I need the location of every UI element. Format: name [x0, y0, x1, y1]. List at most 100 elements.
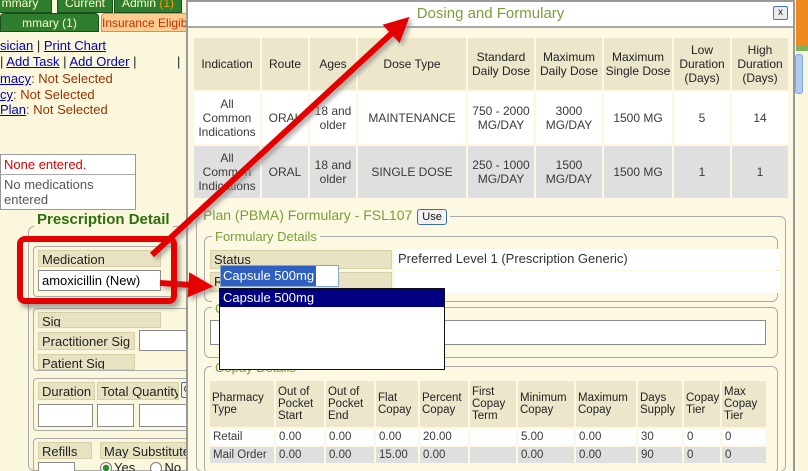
- dose-header-row: Indication Route Ages Dose Type Standard…: [194, 38, 788, 90]
- copay-header-cell: Out of Pocket End: [326, 381, 374, 427]
- medication-input[interactable]: [38, 270, 161, 291]
- copay-header-cell: Percent Copay: [420, 381, 468, 427]
- dose-header-cell: Indication: [194, 38, 260, 90]
- dose-cell: 5: [674, 92, 730, 144]
- tab-summary[interactable]: mmary (1): [0, 13, 99, 32]
- copay-cell: 0: [722, 447, 766, 463]
- dose-cell: 14: [732, 92, 788, 144]
- print-chart-link[interactable]: Print Chart: [44, 38, 106, 53]
- substitute-yes-label: Yes: [114, 460, 135, 471]
- may-substitute-radios: Yes No: [100, 460, 181, 471]
- copay-header-cell: Maximum Copay: [576, 381, 636, 427]
- policy-link[interactable]: cy: [0, 87, 13, 102]
- refills-input[interactable]: [38, 462, 75, 471]
- close-icon[interactable]: x: [773, 6, 788, 20]
- dose-header-cell: Maximum Single Dose: [604, 38, 672, 90]
- physician-link[interactable]: sician: [0, 38, 33, 53]
- copay-header-cell: Days Supply: [638, 381, 682, 427]
- duration-label: Duration: [38, 382, 95, 400]
- copay-header-cell: Minimum Copay: [518, 381, 574, 427]
- tab-insurance-eligibility[interactable]: Insurance Eligibility: [101, 13, 197, 32]
- dose-header-cell: Route: [262, 38, 308, 90]
- dose-cell: 3000 MG/DAY: [536, 92, 602, 144]
- total-quantity-label: Total Quantity: [97, 382, 179, 400]
- copay-cell: 0.00: [376, 429, 418, 445]
- copay-cell: 0.00: [518, 447, 574, 463]
- copay-cell: 0.00: [326, 447, 374, 463]
- copay-cell: Mail Order: [210, 447, 274, 463]
- status-value: Preferred Level 1 (Prescription Generic): [394, 249, 780, 268]
- status-value-strip: Preferred Level 1 (Prescription Generic): [394, 249, 780, 270]
- add-task-link[interactable]: Add Task: [6, 54, 59, 69]
- representative-value-strip: [394, 271, 780, 293]
- copay-header-cell: Max Copay Tier: [722, 381, 766, 427]
- copay-cell: Retail: [210, 429, 274, 445]
- plan-formulary-title: Plan (PBMA) Formulary - FSL107Use: [200, 207, 450, 225]
- dose-cell: 18 and older: [310, 92, 356, 144]
- tab-current[interactable]: Current: [57, 0, 113, 13]
- copay-header-cell: Copay Tier: [684, 381, 720, 427]
- dose-cell: MAINTENANCE: [358, 92, 466, 144]
- copay-cell: 5.00: [518, 429, 574, 445]
- copay-cell: 0.00: [276, 447, 324, 463]
- dose-row-single-dose: All Common Indications ORAL 18 and older…: [194, 146, 788, 198]
- copay-cell: 0.00: [276, 429, 324, 445]
- copay-header-row: Pharmacy Type Out of Pocket Start Out of…: [210, 381, 766, 427]
- chart-links-row: sician | Print Chart: [0, 38, 106, 53]
- dialog-titlebar: Dosing and Formulary: [188, 2, 793, 28]
- dose-cell: 250 - 1000 MG/DAY: [468, 146, 534, 198]
- dose-header-cell: High Duration (Days): [732, 38, 788, 90]
- dose-row-maintenance: All Common Indications ORAL 18 and older…: [194, 92, 788, 144]
- dose-cell: 750 - 2000 MG/DAY: [468, 92, 534, 144]
- dose-cell: 1500 MG: [604, 146, 672, 198]
- dose-cell: ORAL: [262, 146, 308, 198]
- summary-message-box: None entered. No medications entered: [0, 154, 136, 210]
- copay-cell: 20.00: [420, 429, 468, 445]
- duration-input[interactable]: [38, 404, 93, 427]
- dose-cell: 1500 MG/DAY: [536, 146, 602, 198]
- copay-cell: 30: [638, 429, 682, 445]
- dose-cell: 1: [732, 146, 788, 198]
- copay-cell: 15.00: [376, 447, 418, 463]
- drug-form-listbox[interactable]: Capsule 500mg: [219, 288, 445, 370]
- pharmacy-link[interactable]: macy: [0, 71, 31, 86]
- dose-header-cell: Standard Daily Dose: [468, 38, 534, 90]
- substitute-no-label: No: [164, 460, 181, 471]
- stray-pipe: |: [177, 54, 180, 69]
- substitute-yes-radio[interactable]: [100, 462, 112, 471]
- copay-header-cell: Out of Pocket Start: [276, 381, 324, 427]
- copay-row-mail-order: Mail Order 0.00 0.00 15.00 0.00 0.00 0.0…: [210, 447, 766, 463]
- background-tab-edge: [796, 0, 808, 46]
- prescription-detail-title: Prescription Detail: [34, 211, 173, 228]
- practitioner-sig-label: Practitioner Sig: [38, 332, 135, 350]
- listbox-option[interactable]: Capsule 500mg: [220, 289, 444, 307]
- plan-link[interactable]: Plan: [0, 102, 26, 117]
- admin-count-badge: (1): [159, 0, 174, 10]
- scrollbar-thumb[interactable]: [795, 54, 803, 94]
- dose-cell: 18 and older: [310, 146, 356, 198]
- tab-summary-top[interactable]: mmary: [0, 0, 52, 13]
- dose-header-cell: Maximum Daily Dose: [536, 38, 602, 90]
- sig-label: Sig: [38, 312, 161, 328]
- background-strip: [796, 46, 808, 51]
- policy-status: : Not Selected: [13, 87, 95, 102]
- copay-cell: [470, 429, 516, 445]
- copay-cell: 0.00: [576, 429, 636, 445]
- copay-cell: 0: [722, 429, 766, 445]
- use-button[interactable]: Use: [417, 209, 447, 225]
- substitute-no-radio[interactable]: [150, 462, 162, 471]
- combobox-selected-value: Capsule 500mg: [221, 266, 316, 286]
- copay-table: Pharmacy Type Out of Pocket Start Out of…: [208, 379, 768, 465]
- add-order-link[interactable]: Add Order: [69, 54, 129, 69]
- drug-form-combobox[interactable]: Capsule 500mg: [220, 265, 339, 287]
- policy-status-row: cy: Not Selected: [0, 87, 95, 102]
- pharmacy-status: : Not Selected: [31, 71, 113, 86]
- no-medications-message: No medications entered: [1, 174, 135, 209]
- dose-cell: All Common Indications: [194, 146, 260, 198]
- copay-cell: 0.00: [420, 447, 468, 463]
- pharmacy-status-row: macy: Not Selected: [0, 71, 113, 86]
- dose-cell: 1: [674, 146, 730, 198]
- copay-cell: 0: [684, 429, 720, 445]
- total-quantity-input[interactable]: [97, 404, 134, 427]
- tab-admin[interactable]: Admin (1): [114, 0, 182, 13]
